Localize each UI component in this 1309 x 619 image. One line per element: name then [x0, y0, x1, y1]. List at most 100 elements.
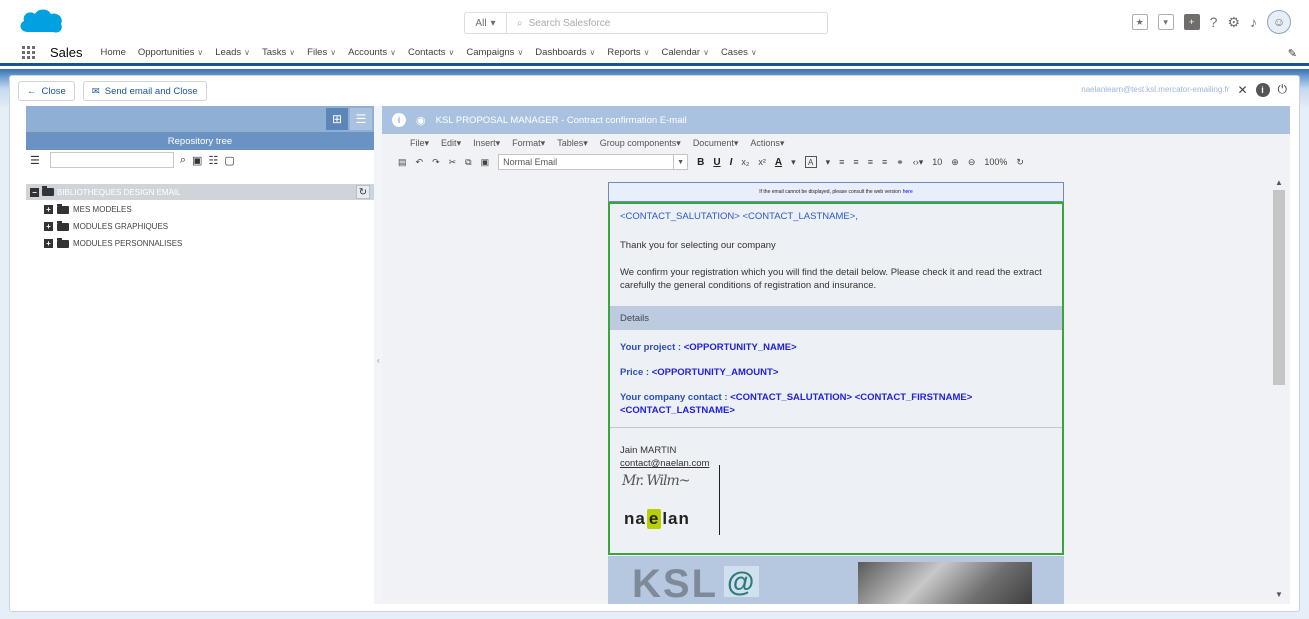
app-launcher-icon[interactable]	[22, 45, 36, 60]
nav-item-home[interactable]: Home	[101, 47, 126, 58]
chevron-down-icon[interactable]: ∨	[330, 48, 336, 57]
menu-format[interactable]: Format▾	[512, 138, 545, 149]
tree-expand-icon[interactable]: ☷	[208, 154, 218, 167]
document-icon[interactable]: ▢	[224, 154, 234, 167]
redo-icon[interactable]: ↷	[432, 157, 440, 168]
chevron-down-icon[interactable]: ∨	[244, 48, 250, 57]
block-format-select[interactable]: Normal Email ▼	[498, 154, 689, 170]
save-icon[interactable]: ▤	[398, 157, 407, 168]
chevron-down-icon[interactable]: ∨	[751, 48, 757, 57]
underline-button[interactable]: U	[713, 157, 720, 168]
nav-item-dashboards[interactable]: Dashboards ∨	[535, 47, 595, 58]
panel-splitter[interactable]: ‹	[374, 106, 382, 604]
tree-root[interactable]: − BIBLIOTHEQUES DESIGN EMAIL ↻	[26, 184, 374, 200]
vertical-scrollbar-thumb[interactable]	[1273, 190, 1285, 385]
nav-item-leads[interactable]: Leads ∨	[215, 47, 250, 58]
zoom-out-icon[interactable]: ⊖	[968, 157, 976, 168]
expand-icon[interactable]: +	[44, 239, 53, 248]
chevron-down-icon[interactable]: ∨	[449, 48, 455, 57]
nav-item-campaigns[interactable]: Campaigns ∨	[466, 47, 523, 58]
chevron-down-icon[interactable]: ∨	[644, 48, 650, 57]
zoom-level[interactable]: 100%	[984, 157, 1007, 167]
favorite-star-icon[interactable]: ★	[1131, 14, 1148, 30]
link-icon[interactable]: ⚭	[896, 157, 904, 168]
source-code-icon[interactable]: ‹›▾	[913, 157, 924, 168]
nav-item-reports[interactable]: Reports ∨	[607, 47, 649, 58]
scroll-down-icon[interactable]: ▼	[1275, 590, 1283, 599]
chevron-down-icon[interactable]: ∨	[289, 48, 295, 57]
nav-item-accounts[interactable]: Accounts ∨	[348, 47, 396, 58]
align-right-icon[interactable]: ≡	[868, 157, 873, 167]
menu-group-components[interactable]: Group components▾	[600, 138, 681, 149]
expand-icon[interactable]: +	[44, 205, 53, 214]
power-icon[interactable]: ⏻	[1278, 82, 1288, 97]
copy-icon[interactable]: ▣	[192, 154, 202, 167]
chevron-down-icon[interactable]: ∨	[590, 48, 596, 57]
refresh-icon[interactable]: ↻	[356, 185, 370, 199]
close-button[interactable]: ← Close	[18, 81, 75, 101]
preview-eye-icon[interactable]: ◉	[416, 114, 426, 127]
web-version-link[interactable]: here	[903, 189, 913, 195]
chevron-down-icon[interactable]: ∨	[517, 48, 523, 57]
copy-icon[interactable]: ⧉	[465, 157, 471, 168]
info-icon[interactable]: i	[392, 113, 406, 127]
font-size-value[interactable]: 10	[932, 157, 942, 167]
paste-icon[interactable]: ▣	[481, 157, 490, 168]
setup-gear-icon[interactable]: ⚙	[1227, 14, 1240, 31]
salesforce-logo-icon[interactable]	[18, 6, 64, 36]
chevron-down-icon[interactable]: ∨	[703, 48, 709, 57]
justify-icon[interactable]: ≡	[882, 157, 887, 167]
cut-icon[interactable]: ✂	[449, 157, 457, 168]
favorites-dropdown-icon[interactable]: ▾	[1157, 14, 1174, 30]
bold-button[interactable]: B	[697, 157, 704, 168]
user-avatar[interactable]: ☺	[1267, 10, 1291, 34]
tree-item[interactable]: + MES MODELES	[26, 202, 374, 217]
menu-document[interactable]: Document▾	[693, 138, 739, 149]
search-icon[interactable]: ⌕	[180, 154, 186, 167]
text-color-button[interactable]: A	[775, 157, 782, 168]
tree-item[interactable]: + MODULES GRAPHIQUES	[26, 219, 374, 234]
tree-item[interactable]: + MODULES PERSONNALISES	[26, 236, 374, 251]
menu-edit[interactable]: Edit▾	[441, 138, 461, 149]
notifications-bell-icon[interactable]: ♪	[1250, 14, 1257, 30]
search-input[interactable]: ⌕ Search Salesforce	[507, 18, 610, 29]
global-search[interactable]: All ▾ ⌕ Search Salesforce	[464, 12, 828, 34]
background-color-button[interactable]: A	[804, 156, 817, 168]
nav-item-cases[interactable]: Cases ∨	[721, 47, 757, 58]
send-email-close-button[interactable]: ✉ Send email and Close	[82, 81, 207, 101]
info-icon[interactable]: i	[1255, 82, 1270, 97]
chevron-down-icon[interactable]: ∨	[197, 48, 203, 57]
help-icon[interactable]: ?	[1210, 14, 1218, 30]
nav-item-opportunities[interactable]: Opportunities ∨	[138, 47, 203, 58]
nav-item-tasks[interactable]: Tasks ∨	[262, 47, 295, 58]
menu-tables[interactable]: Tables▾	[557, 138, 588, 149]
nav-item-calendar[interactable]: Calendar ∨	[662, 47, 709, 58]
list-view-tab-icon[interactable]: ☰	[350, 108, 372, 130]
align-center-icon[interactable]: ≡	[853, 157, 858, 167]
undo-icon[interactable]: ↶	[416, 157, 424, 168]
italic-button[interactable]: I	[730, 157, 733, 168]
menu-file[interactable]: File▾	[410, 138, 429, 149]
list-toggle-icon[interactable]: ☰	[30, 154, 40, 167]
tools-icon[interactable]: ✕	[1237, 83, 1247, 97]
search-scope-select[interactable]: All ▾	[465, 13, 507, 33]
chevron-down-icon[interactable]: ∨	[390, 48, 396, 57]
chevron-down-icon[interactable]: ▾	[791, 157, 796, 168]
scroll-up-icon[interactable]: ▲	[1275, 178, 1283, 187]
expand-icon[interactable]: +	[44, 222, 53, 231]
email-canvas[interactable]: If the email cannot be displayed, please…	[608, 182, 1064, 604]
superscript-button[interactable]: x²	[758, 157, 766, 167]
subscript-button[interactable]: x₂	[741, 157, 749, 167]
menu-insert[interactable]: Insert▾	[473, 138, 500, 149]
menu-actions[interactable]: Actions▾	[750, 138, 784, 149]
nav-item-files[interactable]: Files ∨	[307, 47, 336, 58]
zoom-in-icon[interactable]: ⊕	[951, 157, 959, 168]
tree-search-input[interactable]	[49, 152, 174, 168]
edit-nav-pencil-icon[interactable]: ✎	[1288, 47, 1297, 60]
nav-item-contacts[interactable]: Contacts ∨	[408, 47, 454, 58]
collapse-icon[interactable]: −	[30, 187, 39, 197]
refresh-icon[interactable]: ↻	[1016, 157, 1024, 168]
global-actions-icon[interactable]: +	[1183, 14, 1200, 30]
align-left-icon[interactable]: ≡	[839, 157, 844, 167]
chevron-down-icon[interactable]: ▾	[826, 157, 831, 168]
